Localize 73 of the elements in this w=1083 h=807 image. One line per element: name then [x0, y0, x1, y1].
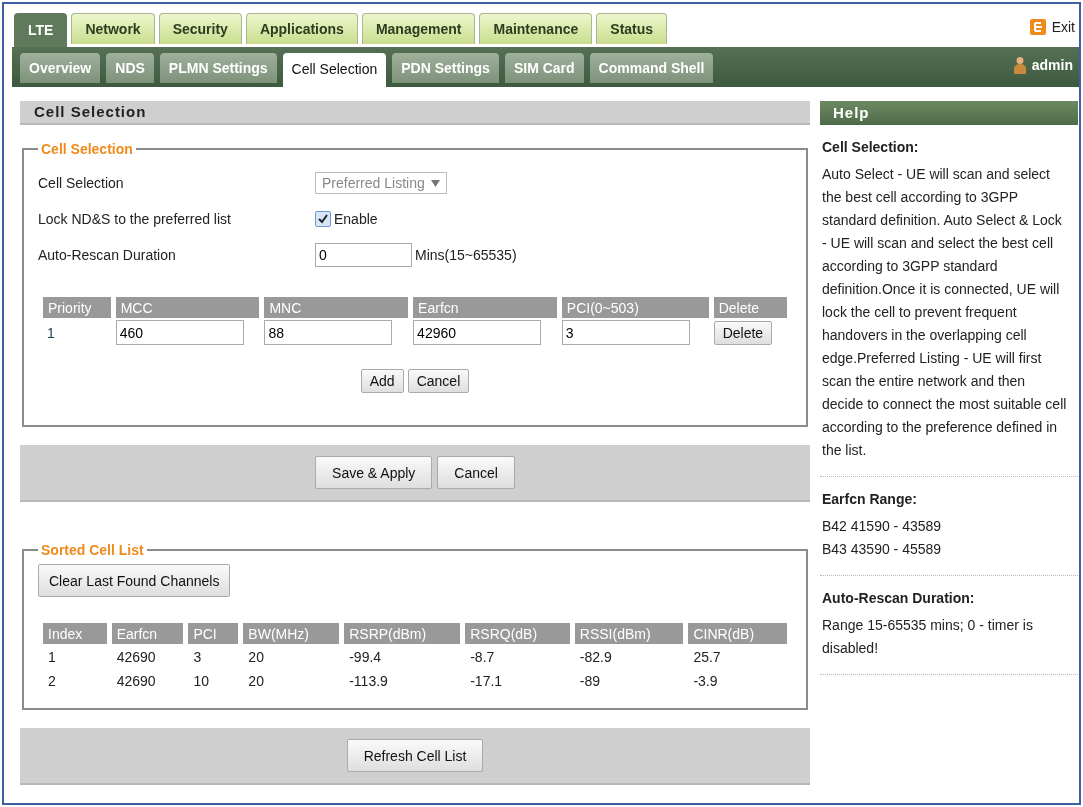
table-cell-text: 1: [47, 648, 57, 667]
help-heading: Earfcn Range:: [822, 491, 918, 507]
table-cell-text: -8.7: [469, 648, 496, 667]
column-header: Delete: [713, 297, 787, 318]
table-cell-text: -89: [578, 672, 602, 691]
user-name: admin: [1031, 57, 1073, 73]
column-header: Priority: [43, 297, 111, 318]
field-label: Lock ND&S to the preferred list: [38, 211, 232, 227]
table-input[interactable]: 3: [561, 320, 690, 345]
table-cell-text: 1: [46, 323, 56, 343]
table-cell-text: 10: [192, 672, 210, 691]
column-header: MNC: [264, 297, 409, 318]
table-cell-text: 20: [247, 648, 265, 667]
table-cell-text: 42690: [115, 672, 157, 691]
column-header: CINR(dB): [688, 623, 787, 644]
table-cell-text: 25.7: [692, 648, 722, 667]
help-text: B43 43590 - 45589: [822, 540, 943, 559]
table-cell-text: 3: [192, 648, 203, 667]
help-title: Help: [820, 101, 1078, 125]
duration-field[interactable]: 0: [315, 243, 412, 267]
caret-icon: [430, 179, 440, 187]
table-cell-text: -17.1: [469, 672, 504, 691]
table-input[interactable]: 42960: [413, 320, 542, 345]
table-cell-text: 20: [247, 672, 265, 691]
menu-tab[interactable]: Status: [596, 13, 668, 44]
section-title: Cell Selection: [20, 101, 810, 125]
checkbox-label: Enable: [334, 211, 378, 227]
menu-tab[interactable]: LTE: [14, 13, 68, 47]
menu-tab[interactable]: Management: [361, 13, 476, 44]
help-heading: Auto-Rescan Duration:: [822, 590, 976, 606]
column-header: PCI: [188, 623, 239, 644]
enable-checkbox[interactable]: [315, 211, 331, 227]
refresh-button[interactable]: Refresh Cell List: [346, 739, 484, 772]
column-header: MCC: [115, 297, 260, 318]
table-button[interactable]: Add: [360, 369, 404, 393]
column-header: RSRP(dBm): [344, 623, 461, 644]
column-header: Earfcn: [413, 297, 557, 318]
unit-hint: Mins(15~65535): [415, 247, 517, 263]
table-input[interactable]: 460: [115, 320, 244, 345]
action-button[interactable]: Save & Apply: [315, 456, 433, 489]
column-header: Index: [43, 623, 107, 644]
action-button[interactable]: Cancel: [437, 456, 515, 489]
table-cell-text: -82.9: [578, 648, 613, 667]
field-label: Cell Selection: [38, 175, 125, 191]
panel-legend: Cell Selection: [38, 141, 136, 157]
sub-tab[interactable]: Cell Selection: [282, 53, 387, 87]
help-heading: Cell Selection:: [822, 139, 920, 155]
field-label: Auto-Rescan Duration: [38, 247, 177, 263]
table-input[interactable]: 88: [264, 320, 393, 345]
menu-tab[interactable]: Maintenance: [479, 13, 593, 44]
column-header: BW(MHz): [243, 623, 340, 644]
user-icon: [1013, 56, 1026, 74]
panel-legend: Sorted Cell List: [38, 542, 147, 558]
column-header: Earfcn: [111, 623, 184, 644]
delete-button[interactable]: Delete: [713, 320, 773, 345]
table-cell-text: 42690: [115, 648, 157, 667]
exit-link[interactable]: Exit: [1028, 18, 1075, 36]
table-cell-text: -99.4: [348, 648, 383, 667]
help-text: Range 15-65535 mins; 0 - timer is disabled!: [822, 616, 1034, 658]
menu-tab[interactable]: Security: [158, 13, 242, 44]
column-header: RSSI(dBm): [574, 623, 684, 644]
column-header: RSRQ(dB): [465, 623, 570, 644]
menu-tab[interactable]: Applications: [245, 13, 358, 44]
help-text: Auto Select - UE will scan and select the best cell according to 3GPP standard definition. Auto Select & Lock - UE will scan and select the best cell according to 3GPP standard definition.Once it is connected, UE will lock the cell to prevent frequent handovers in the overlapping cell edge.Preferred Listing - UE will first scan the entire network and then decide to connect the most suitable cell according to the preference defined in the list.: [822, 165, 1068, 460]
column-header: PCI(0~503): [561, 297, 709, 318]
clear-channels-button[interactable]: Clear Last Found Channels: [38, 564, 231, 597]
table-button[interactable]: Cancel: [407, 369, 470, 393]
help-text: B42 41590 - 43589: [822, 517, 943, 536]
table-cell-text: -3.9: [692, 672, 719, 691]
exit-icon: [1028, 18, 1047, 36]
table-cell-text: 2: [47, 672, 57, 691]
menu-tab[interactable]: Network: [71, 13, 155, 44]
table-cell-text: -113.9: [348, 672, 389, 691]
